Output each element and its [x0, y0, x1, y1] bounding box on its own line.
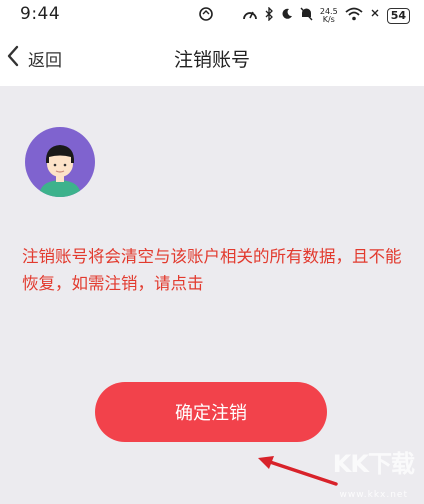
page-title: 注销账号: [173, 49, 250, 71]
nav-bar: 返回 注销账号: [0, 30, 424, 86]
status-bar: 9:44 24.5 K/s 54: [0, 0, 424, 30]
watermark-logo: KK下载: [332, 450, 415, 478]
speedometer-icon: [242, 7, 258, 24]
status-icons: 24.5 K/s 54: [198, 6, 410, 25]
avatar: [25, 127, 95, 197]
watermark: KK下载 www.kkx.net: [290, 444, 420, 504]
status-time: 9:44: [20, 4, 61, 24]
network-speed: 24.5 K/s: [320, 7, 338, 24]
app-notification-icon: [198, 6, 214, 25]
mute-bell-icon: [300, 7, 313, 24]
battery-indicator: 54: [386, 7, 410, 24]
network-speed-unit: K/s: [322, 14, 335, 24]
moon-icon: [281, 8, 293, 23]
watermark-url: www.kkx.net: [339, 490, 408, 500]
no-signal-icon: [370, 8, 380, 23]
bluetooth-icon: [265, 6, 274, 24]
wifi-icon: [345, 7, 363, 24]
confirm-cancel-account-button[interactable]: 确定注销: [95, 382, 327, 442]
warning-message: 注销账号将会清空与该账户相关的所有数据，且不能恢复，如需注销，请点击: [22, 247, 402, 293]
